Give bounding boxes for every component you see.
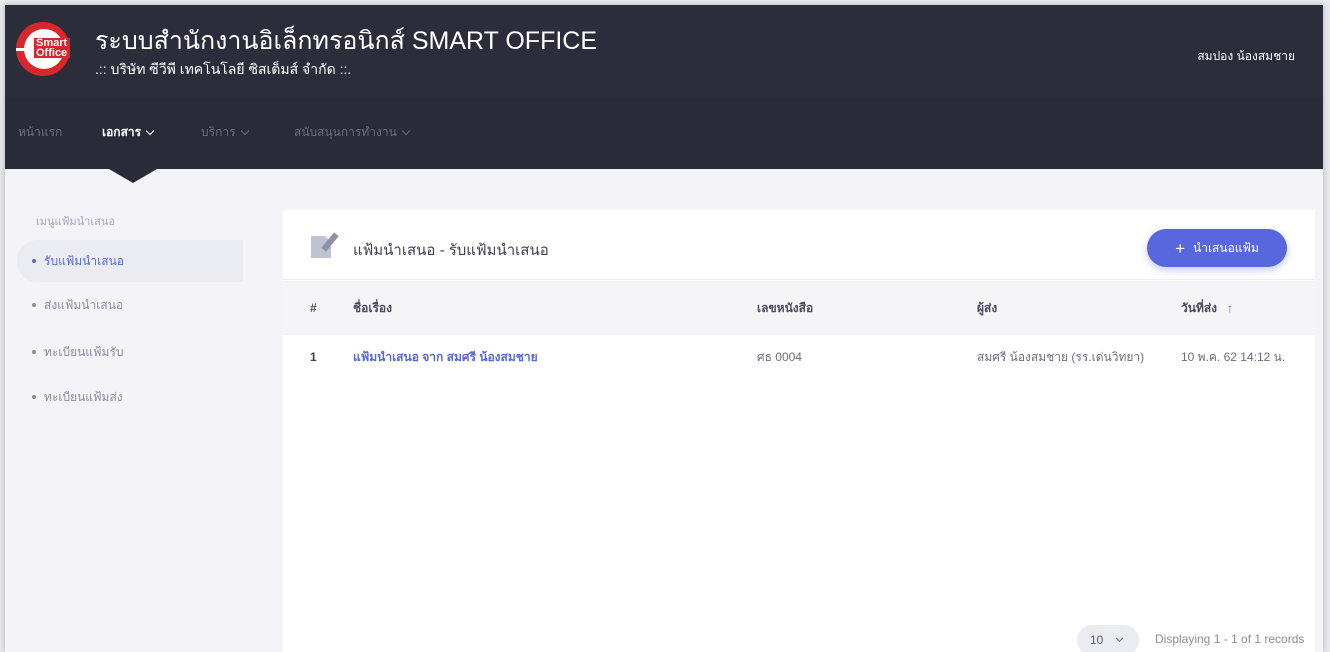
- bullet-icon: [32, 395, 36, 399]
- content-card: แฟ้มนำเสนอ - รับแฟ้มนำเสนอ + นำเสนอแฟ้ม …: [283, 210, 1315, 652]
- nav-item-label: บริการ: [201, 125, 236, 139]
- bullet-icon: [32, 303, 36, 307]
- app-title: ระบบสำนักงานอิเล็กทรอนิกส์ SMART OFFICE: [95, 27, 598, 55]
- logo-text: Smart Office: [34, 38, 74, 59]
- chevron-down-icon: [145, 126, 155, 135]
- nav-item-label: เอกสาร: [102, 125, 142, 139]
- active-nav-pointer: [109, 169, 157, 183]
- sidebar-item-send-register[interactable]: ทะเบียนแฟ้มส่ง: [17, 376, 243, 418]
- nav-item-documents[interactable]: เอกสาร: [102, 123, 155, 142]
- smart-office-logo[interactable]: Smart Office: [16, 22, 70, 76]
- pagination-info: Displaying 1 - 1 of 1 records: [1155, 632, 1305, 646]
- sidebar-item-receive-folder[interactable]: รับแฟ้มนำเสนอ: [17, 240, 243, 282]
- sidebar-item-receive-register[interactable]: ทะเบียนแฟ้มรับ: [17, 331, 243, 373]
- column-header-sent-date[interactable]: วันที่ส่ง ↑: [1181, 281, 1233, 335]
- row-number: 1: [310, 350, 317, 364]
- column-header-subject[interactable]: ชื่อเรื่อง: [353, 281, 392, 335]
- present-folder-button-label: นำเสนอแฟ้ม: [1193, 240, 1259, 255]
- row-subject-link[interactable]: แฟ้มนำเสนอ จาก สมศรี น้องสมชาย: [353, 335, 538, 379]
- nav-item-work-support[interactable]: สนับสนุนการทำงาน: [294, 123, 411, 142]
- sidebar-item-label: ทะเบียนแฟ้มส่ง: [44, 389, 123, 404]
- sidebar-item-label: ส่งแฟ้มนำเสนอ: [44, 297, 124, 312]
- app-header: Smart Office ระบบสำนักงานอิเล็กทรอนิกส์ …: [5, 5, 1323, 97]
- table-row[interactable]: 1 แฟ้มนำเสนอ จาก สมศรี น้องสมชาย ศธ 0004…: [283, 335, 1315, 379]
- row-sender: สมศรี น้องสมชาย (รร.เด่นวิทยา): [977, 349, 1145, 364]
- nav-item-label: หน้าแรก: [18, 125, 63, 139]
- table-header: # ชื่อเรื่อง เลขหนังสือ ผู้ส่ง วันที่ส่ง…: [283, 281, 1315, 335]
- sidebar-item-send-folder[interactable]: ส่งแฟ้มนำเสนอ: [17, 284, 243, 326]
- nav-item-home[interactable]: หน้าแรก: [18, 123, 62, 142]
- bullet-icon: [32, 350, 36, 354]
- column-header-doc-number[interactable]: เลขหนังสือ: [757, 281, 813, 335]
- page-size-value: 10: [1090, 633, 1104, 647]
- page-title: แฟ้มนำเสนอ - รับแฟ้มนำเสนอ: [353, 242, 549, 259]
- sort-ascending-icon[interactable]: ↑: [1227, 301, 1233, 315]
- nav-item-label: สนับสนุนการทำงาน: [294, 125, 397, 139]
- company-name: .:: บริษัท ซีวีพี เทคโนโลยี ซิสเต็มส์ จำ…: [95, 61, 352, 77]
- logo-text-line-2: Office: [34, 48, 70, 59]
- column-header-number[interactable]: #: [310, 281, 317, 335]
- row-doc-number: ศธ 0004: [757, 349, 802, 364]
- sidebar-item-label: รับแฟ้มนำเสนอ: [44, 253, 124, 268]
- chevron-down-icon: [240, 126, 249, 135]
- user-menu[interactable]: สมปอง น้องสมชาย: [1197, 47, 1295, 66]
- nav-item-services[interactable]: บริการ: [201, 123, 249, 142]
- plus-icon: +: [1175, 238, 1185, 258]
- app-window: Smart Office ระบบสำนักงานอิเล็กทรอนิกส์ …: [5, 5, 1323, 652]
- present-folder-button[interactable]: + นำเสนอแฟ้ม: [1147, 229, 1287, 267]
- column-header-sender[interactable]: ผู้ส่ง: [977, 281, 997, 335]
- sidebar-heading: เมนูแฟ้มนำเสนอ: [36, 216, 115, 228]
- bullet-icon: [32, 259, 36, 263]
- card-header: แฟ้มนำเสนอ - รับแฟ้มนำเสนอ + นำเสนอแฟ้ม: [283, 210, 1315, 280]
- sidebar-item-label: ทะเบียนแฟ้มรับ: [44, 344, 124, 359]
- row-sent-date: 10 พ.ค. 62 14:12 น.: [1181, 349, 1286, 364]
- sidebar: เมนูแฟ้มนำเสนอ รับแฟ้มนำเสนอ ส่งแฟ้มนำเส…: [5, 169, 243, 652]
- column-header-sent-date-label: วันที่ส่ง: [1181, 300, 1218, 315]
- chevron-down-icon: [1116, 634, 1124, 642]
- page-size-select[interactable]: 10: [1077, 625, 1139, 652]
- main-nav: หน้าแรก เอกสาร บริการ สนับสนุนการทำงาน: [5, 97, 1323, 169]
- chevron-down-icon: [401, 126, 411, 135]
